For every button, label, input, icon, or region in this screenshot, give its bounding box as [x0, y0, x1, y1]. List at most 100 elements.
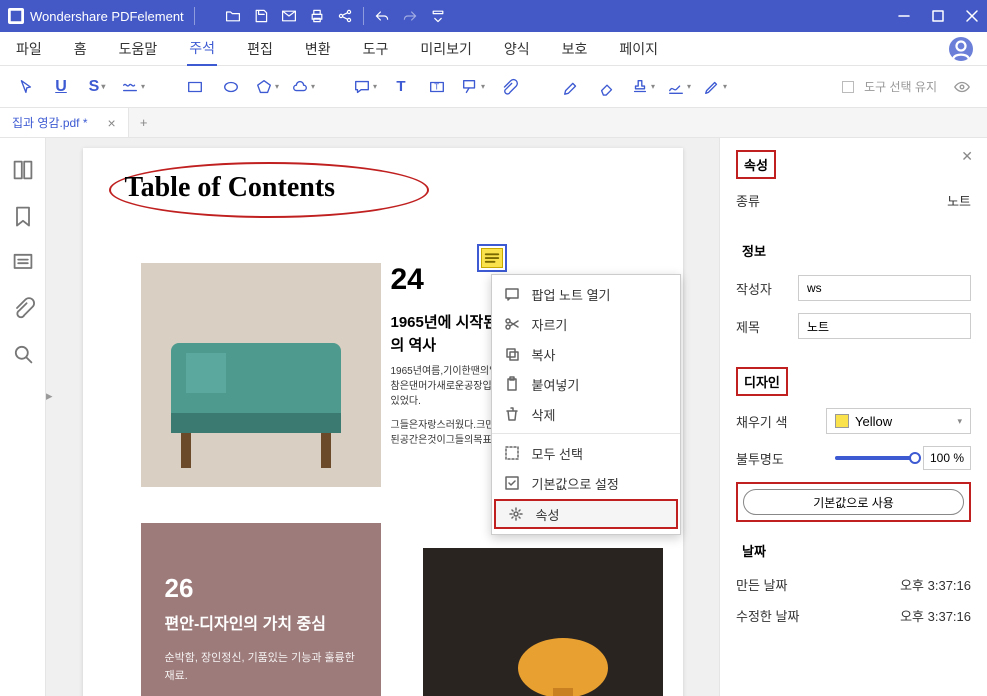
menu-edit[interactable]: 편집	[245, 33, 275, 65]
visibility-icon[interactable]	[947, 72, 977, 102]
callout-icon[interactable]	[458, 72, 488, 102]
highlighter-icon[interactable]	[556, 72, 586, 102]
signature-icon[interactable]	[664, 72, 694, 102]
ctx-open-popup[interactable]: 팝업 노트 열기	[492, 279, 680, 309]
underline-icon[interactable]: U	[46, 72, 76, 102]
subject-label: 제목	[736, 317, 798, 336]
user-avatar-icon[interactable]	[949, 37, 973, 61]
stamp-icon[interactable]	[628, 72, 658, 102]
menubar: 파일 홈 도움말 주석 편집 변환 도구 미리보기 양식 보호 페이지	[0, 32, 987, 66]
panel-title: 속성	[736, 150, 776, 179]
document-tabbar: 집과 영감.pdf * × +	[0, 108, 987, 138]
menu-page[interactable]: 페이지	[617, 33, 660, 65]
document-canvas[interactable]: ▸ Table of Contents 24 1965년에 시작된 우리의 역사…	[46, 138, 719, 696]
keep-tool-checkbox[interactable]	[842, 81, 854, 93]
type-label: 종류	[736, 191, 826, 210]
type-value: 노트	[826, 191, 971, 210]
bookmark-icon[interactable]	[11, 204, 35, 228]
ctx-set-default[interactable]: 기본값으로 설정	[492, 468, 680, 498]
cloud-icon[interactable]	[288, 72, 318, 102]
window-controls	[897, 9, 979, 23]
color-swatch-icon	[835, 414, 849, 428]
menu-view[interactable]: 미리보기	[418, 33, 474, 65]
attachments-panel-icon[interactable]	[11, 296, 35, 320]
text-tool-icon[interactable]: T	[386, 72, 416, 102]
ctx-cut[interactable]: 자르기	[492, 309, 680, 339]
new-tab-button[interactable]: +	[129, 108, 159, 137]
quick-access	[225, 8, 353, 24]
polygon-icon[interactable]	[252, 72, 282, 102]
menu-comment[interactable]: 주석	[187, 32, 217, 66]
section-number: 24	[391, 263, 424, 297]
ctx-paste[interactable]: 붙여넣기	[492, 369, 680, 399]
thumbnails-icon[interactable]	[11, 158, 35, 182]
search-icon[interactable]	[11, 342, 35, 366]
menu-tool[interactable]: 도구	[361, 33, 391, 65]
sticky-note-annotation[interactable]	[481, 248, 503, 268]
menu-file[interactable]: 파일	[14, 33, 44, 65]
dropdown-icon[interactable]	[430, 8, 446, 24]
mail-icon[interactable]	[281, 8, 297, 24]
share-icon[interactable]	[337, 8, 353, 24]
opacity-slider[interactable]	[835, 456, 915, 460]
checkbox-icon	[504, 475, 520, 491]
panel-close-icon[interactable]: ✕	[961, 148, 973, 165]
image-placeholder	[141, 263, 381, 487]
copy-icon	[504, 346, 520, 362]
document-tab[interactable]: 집과 영감.pdf * ×	[0, 108, 129, 137]
use-as-default-button[interactable]: 기본값으로 사용	[743, 489, 964, 515]
section-number: 26	[165, 573, 357, 604]
annotation-toolbar: U S T T 도구 선택 유지	[0, 66, 987, 108]
menu-home[interactable]: 홈	[72, 33, 89, 65]
fill-color-select[interactable]: Yellow	[826, 408, 971, 434]
strikethrough-icon[interactable]: S	[82, 72, 112, 102]
select-all-icon	[504, 445, 520, 461]
menu-form[interactable]: 양식	[502, 33, 532, 65]
design-section-label: 디자인	[736, 367, 788, 396]
minimize-icon[interactable]	[897, 9, 911, 23]
close-icon[interactable]	[965, 9, 979, 23]
squiggle-icon[interactable]	[118, 72, 148, 102]
pdf-page: Table of Contents 24 1965년에 시작된 우리의 역사 1…	[83, 148, 683, 696]
app-logo-icon	[8, 8, 24, 24]
textbox-icon[interactable]: T	[422, 72, 452, 102]
created-value: 오후 3:37:16	[826, 575, 971, 594]
menu-help[interactable]: 도움말	[117, 33, 160, 65]
save-icon[interactable]	[253, 8, 269, 24]
note-tool-icon[interactable]	[350, 72, 380, 102]
ctx-select-all[interactable]: 모두 선택	[492, 438, 680, 468]
menu-divider	[492, 433, 680, 434]
pencil-icon[interactable]	[700, 72, 730, 102]
expand-handle-icon[interactable]: ▸	[46, 388, 54, 408]
menu-protect[interactable]: 보호	[560, 33, 590, 65]
context-menu: 팝업 노트 열기 자르기 복사 붙여넣기 삭제	[491, 274, 681, 535]
toc-heading: Table of Contents	[125, 172, 336, 204]
maximize-icon[interactable]	[931, 9, 945, 23]
ctx-copy[interactable]: 복사	[492, 339, 680, 369]
eraser-icon[interactable]	[592, 72, 622, 102]
undo-icon[interactable]	[374, 8, 390, 24]
open-folder-icon[interactable]	[225, 8, 241, 24]
keep-tool-label: 도구 선택 유지	[864, 78, 937, 95]
scissors-icon	[504, 316, 520, 332]
info-section-label: 정보	[736, 238, 772, 263]
rectangle-icon[interactable]	[180, 72, 210, 102]
left-sidebar	[0, 138, 46, 696]
comments-icon[interactable]	[11, 250, 35, 274]
gear-icon	[508, 506, 524, 522]
hand-cursor-icon[interactable]	[10, 72, 40, 102]
tab-close-icon[interactable]: ×	[108, 115, 116, 131]
attachment-icon[interactable]	[494, 72, 524, 102]
date-section-label: 날짜	[736, 538, 772, 563]
oval-icon[interactable]	[216, 72, 246, 102]
undo-redo	[374, 8, 446, 24]
opacity-value[interactable]: 100 %	[923, 446, 971, 470]
menu-convert[interactable]: 변환	[303, 33, 333, 65]
ctx-delete[interactable]: 삭제	[492, 399, 680, 429]
print-icon[interactable]	[309, 8, 325, 24]
author-input[interactable]	[798, 275, 971, 301]
ctx-properties[interactable]: 속성	[494, 499, 678, 529]
subject-input[interactable]	[798, 313, 971, 339]
redo-icon[interactable]	[402, 8, 418, 24]
tab-title: 집과 영감.pdf *	[12, 114, 88, 131]
